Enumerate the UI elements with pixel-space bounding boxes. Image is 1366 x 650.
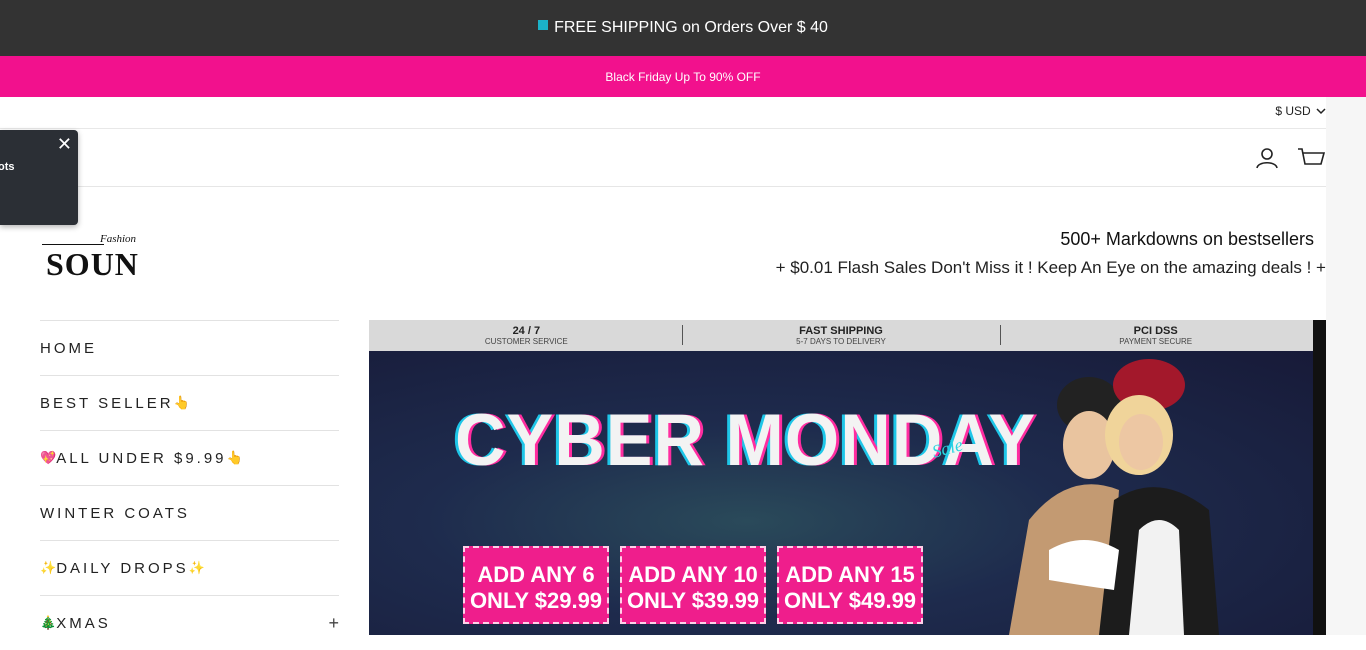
promo-bar[interactable]: Black Friday Up To 90% OFF: [0, 56, 1366, 97]
popup-text: ots: [0, 161, 15, 173]
heart-icon: 💖: [40, 450, 57, 465]
promo-bar-text[interactable]: Black Friday Up To 90% OFF: [605, 70, 760, 84]
account-icon[interactable]: [1255, 146, 1279, 170]
info-divider: [1000, 325, 1001, 345]
nav-label: BEST SELLER: [40, 394, 174, 412]
offer-ticket-6[interactable]: ADD ANY 6 ONLY $29.99: [463, 546, 609, 624]
offer-line2: ONLY $49.99: [783, 588, 917, 613]
promo-subline: + $0.01 Flash Sales Don't Miss it ! Keep…: [775, 258, 1326, 277]
nav-item-winter-coats[interactable]: WINTER COATS: [40, 485, 339, 540]
nav-item-home[interactable]: HOME: [40, 320, 339, 375]
nav-item-all-under[interactable]: 💖 ALL UNDER $9.99 👆: [40, 430, 339, 485]
info-divider: [682, 325, 683, 345]
info-sub: CUSTOMER SERVICE: [484, 337, 568, 346]
banner-info-bar: 24 / 7 CUSTOMER SERVICE FAST SHIPPING 5-…: [369, 320, 1313, 351]
info-title: PCI DSS: [1133, 325, 1178, 337]
info-customer-service: 24 / 7 CUSTOMER SERVICE: [369, 320, 684, 351]
models-image: [1009, 359, 1219, 635]
nav-item-best-seller[interactable]: BEST SELLER 👆: [40, 375, 339, 430]
info-title: FAST SHIPPING: [799, 325, 883, 337]
sidebar-nav: HOME BEST SELLER 👆 💖 ALL UNDER $9.99 👆 W…: [40, 320, 339, 650]
nav-label: DAILY DROPS: [56, 559, 189, 577]
nav-label: HOME: [40, 339, 97, 357]
offer-line1: ADD ANY 6: [477, 562, 595, 587]
expand-icon[interactable]: +: [328, 613, 339, 634]
nav-item-daily-drops[interactable]: ✨ DAILY DROPS ✨: [40, 540, 339, 595]
nav-item-xmas[interactable]: 🎄 XMAS +: [40, 595, 339, 650]
offer-line2: ONLY $39.99: [626, 588, 760, 613]
cart-icon[interactable]: [1297, 146, 1325, 170]
chevron-down-icon: [1316, 108, 1326, 115]
info-pci-dss: PCI DSS PAYMENT SECURE: [998, 320, 1313, 351]
nav-label: WINTER COATS: [40, 504, 190, 522]
offer-line1: ADD ANY 15: [785, 562, 915, 587]
announcement-bar: FREE SHIPPING on Orders Over $ 40: [0, 0, 1366, 56]
truck-icon: [538, 20, 549, 30]
scrollbar[interactable]: [1326, 97, 1366, 635]
notification-popup[interactable]: ✕ ots: [0, 130, 78, 225]
site-logo[interactable]: Fashion SOUN: [40, 224, 150, 284]
logo-brand: SOUN: [46, 246, 139, 282]
info-title: 24 / 7: [512, 325, 541, 337]
info-sub: PAYMENT SECURE: [1119, 337, 1193, 346]
offer-ticket-15[interactable]: ADD ANY 15 ONLY $49.99: [777, 546, 923, 624]
currency-selector[interactable]: $ USD: [1275, 104, 1326, 118]
logo-script: Fashion: [100, 233, 137, 245]
utility-bar: $ USD: [0, 97, 1366, 129]
offer-line1: ADD ANY 10: [628, 562, 758, 587]
pointing-hand-icon: 👆: [226, 450, 243, 465]
banner-edge: [1313, 320, 1326, 635]
sparkles-icon: ✨: [40, 560, 57, 575]
promo-headline: 500+ Markdowns on bestsellers: [1060, 229, 1314, 249]
sparkles-icon: ✨: [188, 560, 205, 575]
currency-label: $ USD: [1275, 104, 1311, 118]
info-fast-shipping: FAST SHIPPING 5-7 DAYS TO DELIVERY: [684, 320, 999, 351]
close-icon[interactable]: ✕: [57, 134, 72, 155]
info-sub: 5-7 DAYS TO DELIVERY: [796, 337, 886, 346]
pointing-hand-icon: 👆: [173, 395, 190, 410]
nav-label: ALL UNDER $9.99: [56, 449, 227, 467]
hero-banner[interactable]: 24 / 7 CUSTOMER SERVICE FAST SHIPPING 5-…: [369, 320, 1326, 635]
nav-label: XMAS: [56, 614, 111, 632]
site-header: [0, 129, 1326, 187]
christmas-tree-icon: 🎄: [40, 615, 57, 630]
offer-ticket-10[interactable]: ADD ANY 10 ONLY $39.99: [620, 546, 766, 624]
offer-line2: ONLY $29.99: [469, 588, 603, 613]
announcement-text: FREE SHIPPING on Orders Over $ 40: [554, 19, 828, 36]
logo-line: [42, 244, 104, 245]
